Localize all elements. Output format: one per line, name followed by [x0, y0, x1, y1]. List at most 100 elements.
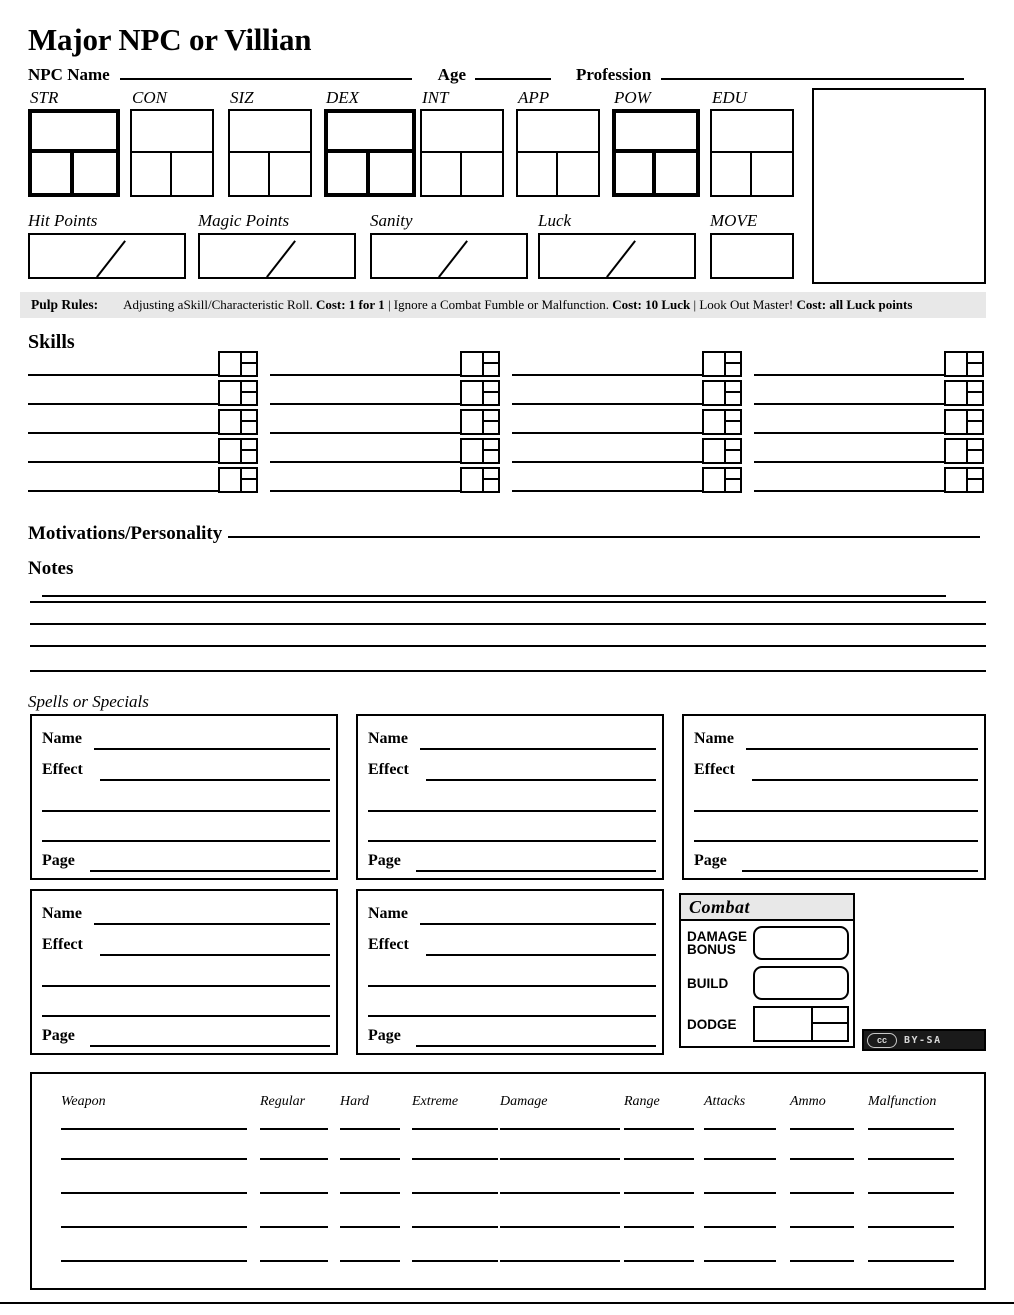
skill-name-input[interactable] [28, 403, 218, 405]
characteristic-value-box[interactable] [516, 109, 600, 197]
skill-hard-cell[interactable] [242, 353, 256, 364]
skill-hard-cell[interactable] [242, 440, 256, 451]
spell-effect-line-3[interactable] [368, 840, 656, 842]
skill-hard-cell[interactable] [968, 440, 982, 451]
skill-extreme-cell[interactable] [242, 364, 256, 375]
characteristic-value-box[interactable] [612, 109, 700, 197]
skill-regular-cell[interactable] [220, 440, 242, 462]
skill-hard-cell[interactable] [968, 411, 982, 422]
skill-value-box[interactable] [218, 467, 258, 493]
characteristic-half-cell[interactable] [328, 153, 370, 193]
damage-bonus-field[interactable] [753, 926, 849, 960]
skill-value-box[interactable] [218, 351, 258, 377]
spell-effect-line-2[interactable] [42, 810, 330, 812]
skill-regular-cell[interactable] [220, 382, 242, 404]
spell-effect-line-3[interactable] [42, 1015, 330, 1017]
motivations-input[interactable] [228, 522, 981, 538]
characteristic-fifth-cell[interactable] [74, 153, 116, 193]
weapon-hard-input[interactable] [340, 1192, 400, 1194]
notes-input-line-4[interactable] [30, 645, 986, 647]
skill-value-box[interactable] [460, 409, 500, 435]
skill-value-box[interactable] [944, 351, 984, 377]
characteristic-main-cell[interactable] [328, 113, 412, 153]
skill-value-box[interactable] [702, 351, 742, 377]
npc-name-input[interactable] [119, 64, 412, 80]
skill-name-input[interactable] [754, 490, 944, 492]
notes-input-line-2[interactable] [30, 601, 986, 603]
characteristic-main-cell[interactable] [712, 111, 792, 153]
skill-name-input[interactable] [512, 461, 702, 463]
skill-name-input[interactable] [512, 374, 702, 376]
skill-value-box[interactable] [218, 380, 258, 406]
skill-hard-cell[interactable] [726, 353, 740, 364]
skill-regular-cell[interactable] [946, 469, 968, 491]
skill-value-box[interactable] [702, 380, 742, 406]
weapon-ammo-input[interactable] [790, 1260, 854, 1262]
spell-page-input[interactable] [90, 870, 330, 872]
weapon-hard-input[interactable] [340, 1226, 400, 1228]
luck-box[interactable] [538, 233, 696, 279]
skill-regular-cell[interactable] [462, 440, 484, 462]
skill-regular-cell[interactable] [704, 469, 726, 491]
skill-value-box[interactable] [460, 438, 500, 464]
skill-name-input[interactable] [270, 403, 460, 405]
profession-input[interactable] [661, 64, 965, 80]
characteristic-fifth-cell[interactable] [370, 153, 412, 193]
spell-page-input[interactable] [90, 1045, 330, 1047]
skill-value-box[interactable] [460, 380, 500, 406]
age-input[interactable] [475, 64, 551, 80]
skill-regular-cell[interactable] [946, 382, 968, 404]
characteristic-fifth-cell[interactable] [752, 153, 792, 195]
weapon-weapon-input[interactable] [61, 1192, 247, 1194]
characteristic-main-cell[interactable] [32, 113, 116, 153]
skill-name-input[interactable] [512, 403, 702, 405]
characteristic-value-box[interactable] [28, 109, 120, 197]
skill-name-input[interactable] [512, 490, 702, 492]
weapon-ammo-input[interactable] [790, 1192, 854, 1194]
weapon-extreme-input[interactable] [412, 1192, 498, 1194]
skill-extreme-cell[interactable] [968, 422, 982, 433]
spell-page-input[interactable] [742, 870, 978, 872]
characteristic-value-box[interactable] [420, 109, 504, 197]
build-field[interactable] [753, 966, 849, 1000]
spell-effect-line-3[interactable] [694, 840, 978, 842]
characteristic-half-cell[interactable] [616, 153, 656, 193]
skill-extreme-cell[interactable] [484, 393, 498, 404]
weapon-range-input[interactable] [624, 1260, 694, 1262]
weapon-weapon-input[interactable] [61, 1226, 247, 1228]
weapon-malfunction-input[interactable] [868, 1128, 954, 1130]
spell-name-input[interactable] [94, 923, 330, 925]
skill-value-box[interactable] [460, 467, 500, 493]
weapon-weapon-input[interactable] [61, 1158, 247, 1160]
weapon-regular-input[interactable] [260, 1128, 328, 1130]
characteristic-value-box[interactable] [130, 109, 214, 197]
move-box[interactable] [710, 233, 794, 279]
characteristic-main-cell[interactable] [616, 113, 696, 153]
notes-input-line-3[interactable] [30, 623, 986, 625]
spell-effect-line-2[interactable] [368, 985, 656, 987]
skill-regular-cell[interactable] [462, 469, 484, 491]
skill-hard-cell[interactable] [484, 382, 498, 393]
skill-value-box[interactable] [944, 438, 984, 464]
skill-extreme-cell[interactable] [726, 451, 740, 462]
skill-extreme-cell[interactable] [726, 422, 740, 433]
characteristic-main-cell[interactable] [132, 111, 212, 153]
spell-page-input[interactable] [416, 870, 656, 872]
spell-effect-input[interactable] [426, 779, 656, 781]
skill-value-box[interactable] [702, 409, 742, 435]
skill-name-input[interactable] [28, 461, 218, 463]
weapon-damage-input[interactable] [500, 1128, 620, 1130]
weapon-regular-input[interactable] [260, 1158, 328, 1160]
weapon-malfunction-input[interactable] [868, 1158, 954, 1160]
skill-regular-cell[interactable] [946, 353, 968, 375]
skill-extreme-cell[interactable] [726, 364, 740, 375]
spell-name-input[interactable] [420, 748, 656, 750]
weapon-damage-input[interactable] [500, 1260, 620, 1262]
skill-extreme-cell[interactable] [968, 364, 982, 375]
spell-effect-line-3[interactable] [368, 1015, 656, 1017]
skill-extreme-cell[interactable] [968, 480, 982, 491]
skill-name-input[interactable] [754, 461, 944, 463]
spell-effect-line-2[interactable] [42, 985, 330, 987]
skill-value-box[interactable] [944, 409, 984, 435]
skill-hard-cell[interactable] [484, 440, 498, 451]
